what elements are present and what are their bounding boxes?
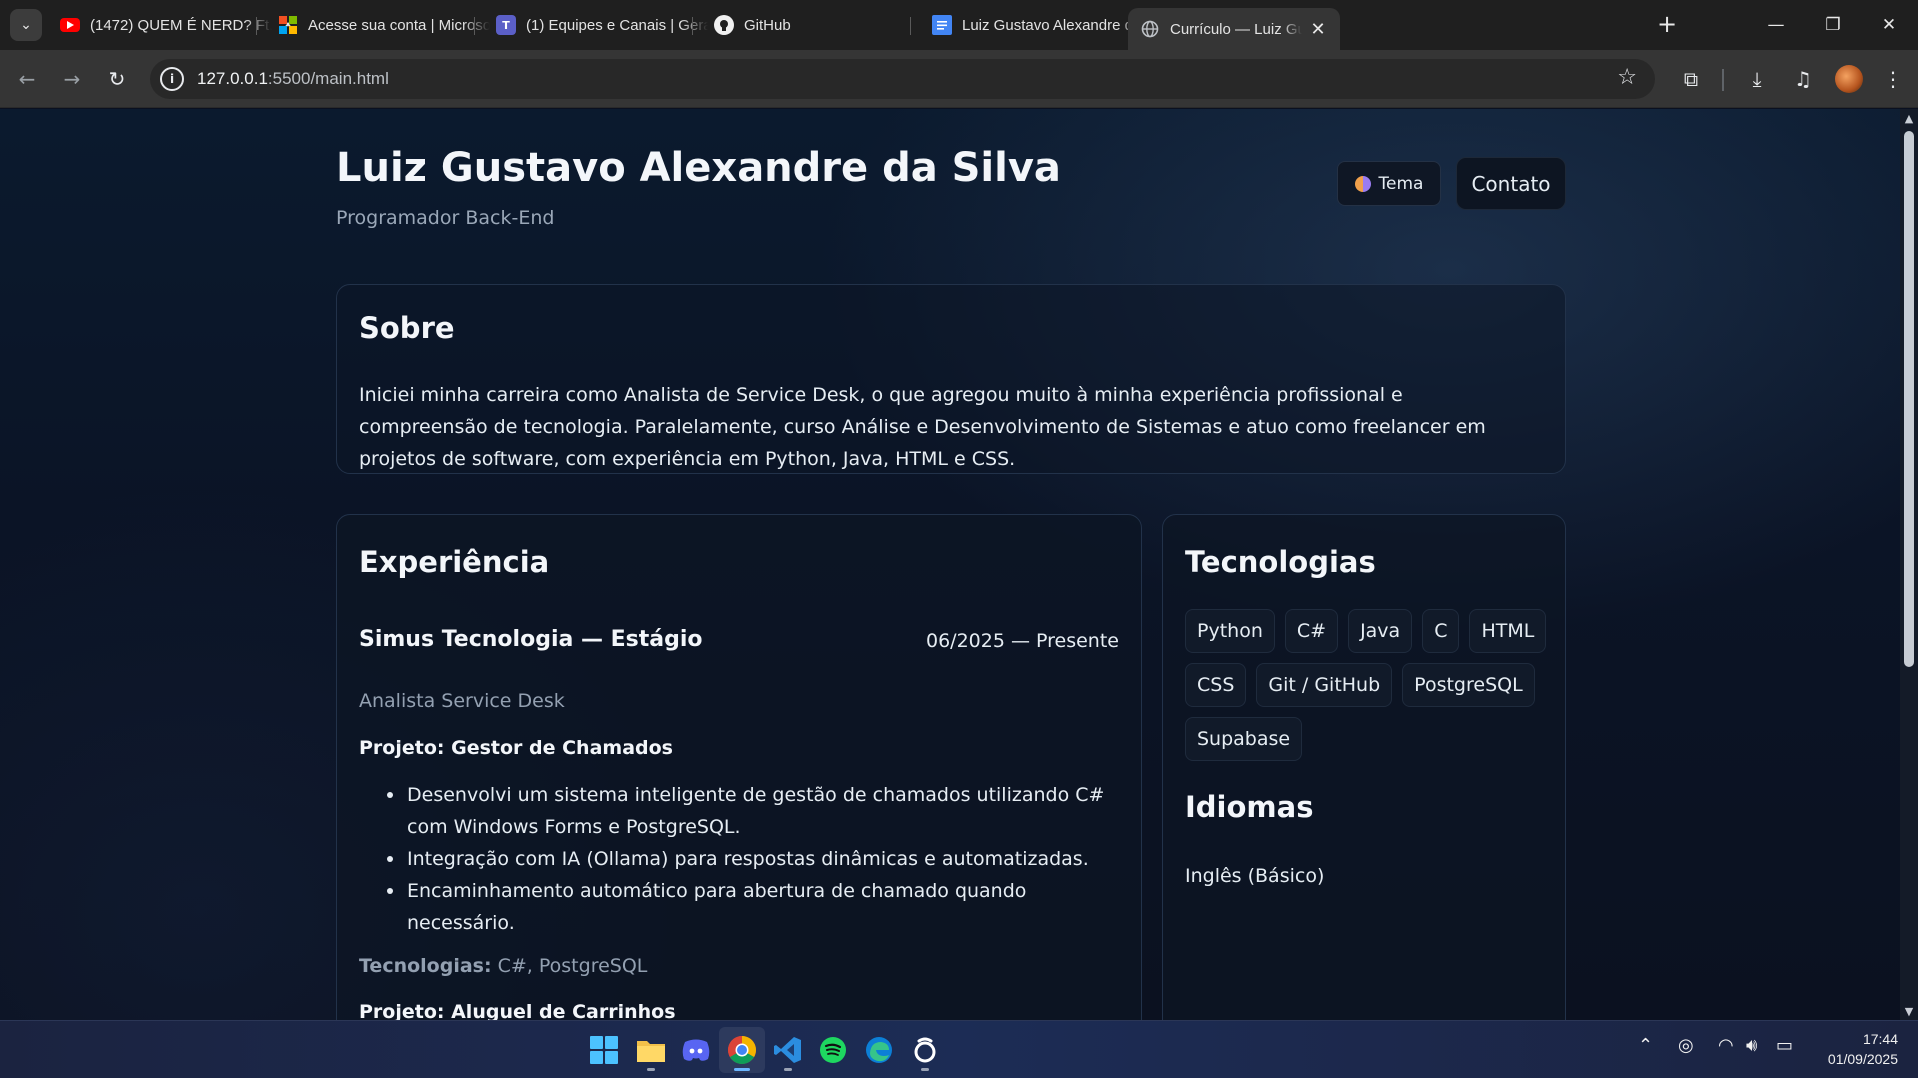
arrow-left-icon: ← [18,67,36,91]
spotify-icon[interactable] [810,1027,856,1073]
address-bar[interactable]: i 127.0.0.1:5500/main.html ☆ [150,59,1655,99]
contact-button[interactable]: Contato [1456,157,1566,210]
tab-curriculo[interactable]: Currículo — Luiz Gustavo A ✕ [1128,8,1340,50]
new-tab-button[interactable]: + [1652,10,1682,40]
profile-avatar[interactable] [1835,65,1863,93]
browser-toolbar: ← → ↻ i 127.0.0.1:5500/main.html ☆ ⧉ ⤓ ♫… [0,50,1918,108]
tech-chip: CSS [1185,663,1247,707]
close-tab-icon[interactable]: ✕ [1308,19,1328,40]
battery-icon[interactable]: ▭ [1776,1035,1793,1056]
technology-chips: Python C# Java C HTML CSS Git / GitHub P… [1185,609,1555,761]
page-viewport: Luiz Gustavo Alexandre da Silva Programa… [0,109,1900,1020]
theme-icon [1354,175,1371,192]
page-scrollbar[interactable]: ▲ ▼ [1900,109,1918,1020]
tech-chip: Git / GitHub [1256,663,1393,707]
ring-tray-icon[interactable]: ◎ [1678,1035,1694,1056]
about-text: Iniciei minha carreira como Analista de … [359,384,1486,470]
close-window-button[interactable]: ✕ [1866,8,1912,42]
tab-title: Currículo — Luiz Gustavo A [1170,20,1302,38]
project-title: Projeto: Aluguel de Carrinhos [359,1001,676,1020]
system-clock[interactable]: 17:44 01/09/2025 [1806,1029,1898,1069]
site-info-icon[interactable]: i [160,67,184,91]
reload-button[interactable]: ↻ [100,62,134,96]
tab-title: (1) Equipes e Canais | Geral [526,16,708,34]
job-title: Simus Tecnologia — Estágio [359,627,703,652]
contact-button-label: Contato [1471,171,1551,196]
globe-icon [1140,19,1160,39]
tab-title: (1472) QUEM É NERD? Ft. I [90,16,272,34]
chrome-icon[interactable] [719,1027,765,1073]
language-item: Inglês (Básico) [1185,865,1325,887]
tab-title: Acesse sua conta | Microso [308,16,490,34]
chevron-down-icon: ⌄ [20,17,32,33]
experience-heading: Experiência [359,545,550,579]
windows-start-icon[interactable] [581,1027,627,1073]
reload-icon: ↻ [108,67,126,91]
page-title: Luiz Gustavo Alexandre da Silva [336,145,1061,191]
skills-card: Tecnologias Python C# Java C HTML CSS Gi… [1162,514,1566,1020]
browser-tab-bar: ⌄ (1472) QUEM É NERD? Ft. I ✕ Acesse sua… [0,0,1918,50]
windows-taskbar: ⌃ ◎ ◠ 🔊︎ ▭ 17:44 01/09/2025 [0,1020,1918,1078]
tab-title: Luiz Gustavo Alexandre da [962,16,1142,34]
tech-chip: C# [1284,609,1339,653]
tab-search-button[interactable]: ⌄ [10,9,42,41]
theme-button[interactable]: Tema [1337,161,1441,206]
volume-icon[interactable]: 🔊︎ [1746,1035,1757,1056]
address-url[interactable]: 127.0.0.1:5500/main.html [197,69,389,89]
tech-chip: C [1422,609,1460,653]
media-control-icon[interactable]: ♫ [1786,62,1820,96]
download-icon[interactable]: ⤓ [1740,62,1774,96]
experience-card: Experiência Simus Tecnologia — Estágio 0… [336,514,1142,1020]
forward-button[interactable]: → [55,62,89,96]
minimize-button[interactable]: — [1753,8,1799,42]
project-title: Projeto: Gestor de Chamados [359,737,673,759]
tech-chip: HTML [1469,609,1547,653]
project-technologies: Tecnologias: C#, PostgreSQL [359,955,648,977]
languages-heading: Idiomas [1185,790,1314,824]
list-item: Integração com IA (Ollama) para resposta… [385,843,1115,875]
tech-chip: Supabase [1185,717,1303,761]
teams-icon: T [496,15,516,35]
arrow-right-icon: → [63,67,81,91]
about-heading: Sobre [359,311,455,345]
technologies-heading: Tecnologias [1185,545,1376,579]
tech-chip: PostgreSQL [1402,663,1535,707]
vscode-icon[interactable] [765,1027,811,1073]
job-period: 06/2025 — Presente [926,630,1119,652]
ring-app-icon[interactable] [902,1027,948,1073]
tab-title: GitHub [744,16,791,34]
back-button[interactable]: ← [10,62,44,96]
bookmark-star-icon[interactable]: ☆ [1617,65,1637,90]
tech-chip: Java [1348,609,1413,653]
file-explorer-icon[interactable] [628,1027,674,1073]
list-item: Desenvolvi um sistema inteligente de ges… [385,779,1115,843]
edge-icon[interactable] [856,1027,902,1073]
github-icon [714,15,734,35]
theme-button-label: Tema [1378,173,1424,194]
restore-button[interactable]: ❐ [1810,8,1856,42]
chevron-up-icon[interactable]: ⌃ [1638,1035,1653,1056]
docs-icon [932,15,952,35]
tech-chip: Python [1185,609,1275,653]
list-item: Encaminhamento automático para abertura … [385,875,1115,939]
scrollbar-thumb[interactable] [1904,131,1914,667]
scroll-down-icon[interactable]: ▼ [1903,1005,1915,1018]
scroll-up-icon[interactable]: ▲ [1903,112,1915,125]
microsoft-icon [278,15,298,35]
clock-date: 01/09/2025 [1827,1051,1898,1067]
discord-icon[interactable] [673,1027,719,1073]
clock-time: 17:44 [1862,1031,1898,1047]
job-role: Analista Service Desk [359,690,565,712]
subtitle-role: Programador Back-End [336,207,555,229]
youtube-icon [60,18,80,32]
about-card: Sobre Iniciei minha carreira como Analis… [336,284,1566,474]
wifi-icon[interactable]: ◠ [1718,1035,1734,1056]
menu-kebab-icon[interactable]: ⋮ [1876,62,1910,96]
extensions-icon[interactable]: ⧉ [1674,62,1708,96]
project-bullets: Desenvolvi um sistema inteligente de ges… [385,779,1115,939]
